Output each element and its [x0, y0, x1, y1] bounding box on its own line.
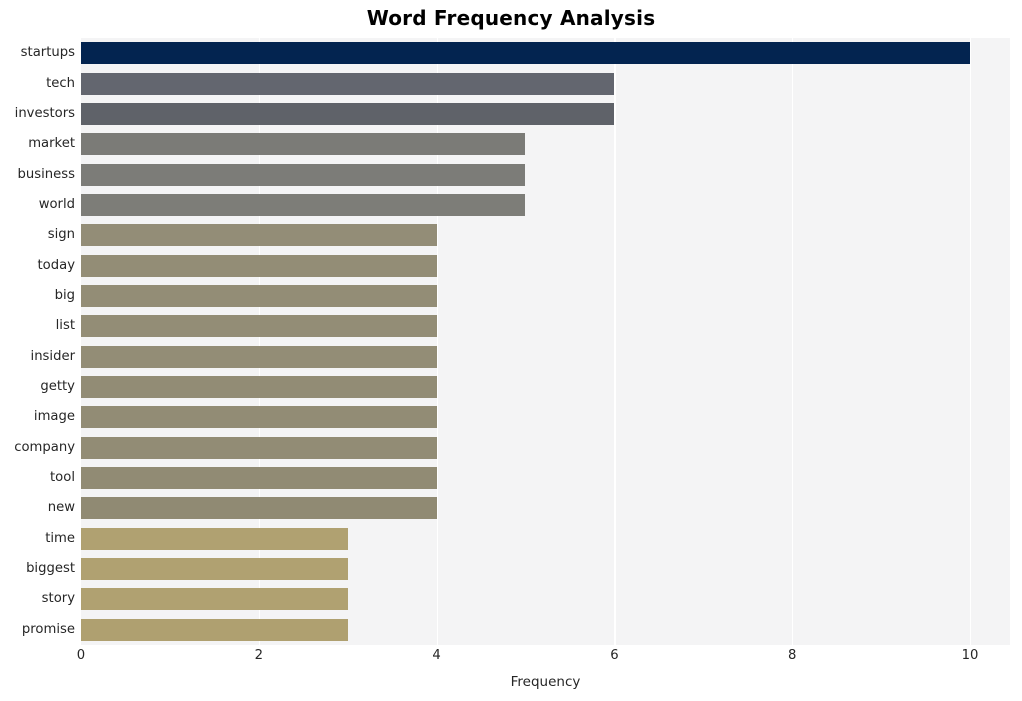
- y-axis-tick-label: story: [41, 591, 75, 607]
- y-axis-tick-labels: startups tech investors market business world…: [0, 38, 75, 645]
- y-axis-tick-label: tech: [46, 75, 75, 91]
- bar[interactable]: [81, 467, 437, 490]
- bar[interactable]: [81, 618, 348, 641]
- y-axis-tick-label: world: [38, 196, 75, 212]
- x-axis-tick-label: 10: [961, 648, 979, 663]
- bar[interactable]: [81, 42, 970, 65]
- bar[interactable]: [81, 588, 348, 611]
- bar[interactable]: [81, 254, 437, 277]
- y-axis-tick-label: business: [17, 166, 75, 182]
- bar[interactable]: [81, 102, 615, 125]
- y-axis-tick-label: insider: [30, 348, 75, 364]
- bar[interactable]: [81, 497, 437, 520]
- bar[interactable]: [81, 133, 526, 156]
- y-axis-tick-label: market: [28, 136, 75, 152]
- x-axis-tick-labels: 0 2 4 6 8 10: [77, 648, 1010, 668]
- bar[interactable]: [81, 436, 437, 459]
- x-axis-tick-label: 0: [76, 648, 86, 663]
- bar[interactable]: [81, 315, 437, 338]
- x-axis-tick-label: 6: [610, 648, 619, 663]
- chart-figure: Word Frequency Analysis startups tech inve…: [0, 0, 1022, 701]
- x-axis-title: Frequency: [510, 674, 581, 690]
- bar[interactable]: [81, 284, 437, 307]
- bar[interactable]: [81, 527, 348, 550]
- y-axis-tick-label: list: [55, 318, 75, 334]
- y-axis-tick-label: startups: [20, 45, 75, 61]
- bar[interactable]: [81, 558, 348, 581]
- bar[interactable]: [81, 224, 437, 247]
- x-axis-tick-label: 8: [787, 648, 797, 663]
- bar[interactable]: [81, 163, 526, 186]
- y-axis-tick-label: promise: [21, 621, 75, 637]
- y-axis-tick-label: today: [37, 257, 76, 273]
- y-axis-tick-label: getty: [40, 379, 75, 395]
- y-axis-tick-label: sign: [47, 227, 75, 243]
- y-axis-tick-label: time: [45, 530, 75, 546]
- bars-group: [81, 38, 1010, 645]
- chart-title: Word Frequency Analysis: [366, 6, 656, 30]
- bar[interactable]: [81, 406, 437, 429]
- y-axis-tick-label: biggest: [26, 561, 75, 577]
- x-axis-tick-label: 4: [432, 648, 441, 663]
- plot-area: [81, 38, 1010, 645]
- y-axis-tick-label: image: [33, 409, 75, 425]
- bar[interactable]: [81, 376, 437, 399]
- y-axis-tick-label: company: [14, 439, 75, 455]
- x-axis-tick-label: 2: [254, 648, 263, 663]
- y-axis-tick-label: new: [47, 500, 75, 516]
- y-axis-tick-label: tool: [50, 470, 75, 486]
- y-axis-tick-label: big: [54, 287, 75, 303]
- bar[interactable]: [81, 193, 526, 216]
- bar[interactable]: [81, 72, 615, 95]
- bar[interactable]: [81, 345, 437, 368]
- y-axis-tick-label: investors: [14, 105, 75, 121]
